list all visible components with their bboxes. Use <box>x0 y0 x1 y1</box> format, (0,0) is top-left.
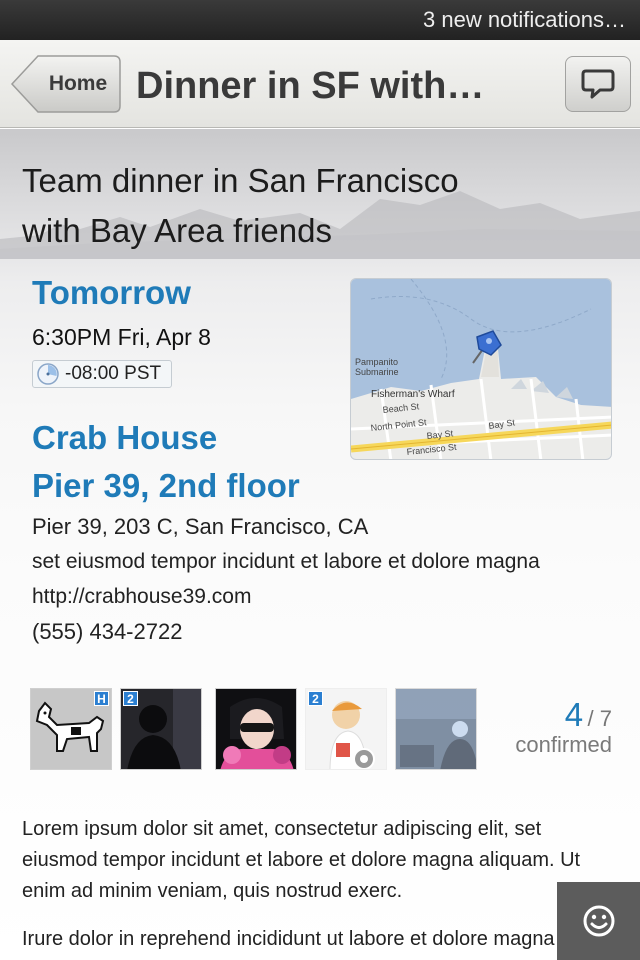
avatar-badge: H <box>94 691 109 706</box>
clock-icon <box>37 363 59 385</box>
event-time: 6:30PM Fri, Apr 8 <box>32 324 211 350</box>
confirmed-count: 4 <box>564 696 584 733</box>
confirmed-label: confirmed <box>515 732 612 757</box>
woman-sunglasses-image <box>216 689 296 769</box>
map-label-wharf: Fisherman's Wharf <box>371 389 455 400</box>
avatar[interactable]: 2 <box>305 688 387 770</box>
venue-note: set eiusmod tempor incidunt et labore et… <box>32 550 540 573</box>
avatar[interactable]: 2 <box>120 688 202 770</box>
notification-text[interactable]: 3 new notifications… <box>423 7 626 33</box>
map-image: Pampanito Submarine Fisherman's Wharf Be… <box>351 279 611 459</box>
venue-phone[interactable]: (555) 434-2722 <box>32 619 182 645</box>
event-title: Team dinner in San Francisco with Bay Ar… <box>22 156 542 256</box>
chat-button[interactable] <box>565 56 631 112</box>
event-title-line-2: with Bay Area friends <box>22 212 332 249</box>
event-title-line-1: Team dinner in San Francisco <box>22 162 459 199</box>
timezone-text: -08:00 PST <box>65 363 162 384</box>
avatar[interactable]: H <box>30 688 112 770</box>
map-label-pampanito: Pampanito <box>355 357 398 367</box>
venue[interactable]: Crab House Pier 39, 2nd floor <box>32 414 300 510</box>
description-paragraph-2: Irure dolor in reprehend incididunt ut l… <box>22 928 555 950</box>
avatar[interactable] <box>395 688 477 770</box>
venue-address[interactable]: Pier 39, 203 C, San Francisco, CA <box>32 514 368 540</box>
rsvp-summary[interactable]: 4 / 7 confirmed <box>496 696 612 758</box>
attendee-total: / 7 <box>587 706 612 731</box>
description-paragraph-1: Lorem ipsum dolor sit amet, consectetur … <box>22 818 581 902</box>
when-label: Tomorrow <box>32 274 191 311</box>
venue-url[interactable]: http://crabhouse39.com <box>32 585 251 609</box>
venue-detail[interactable]: Pier 39, 2nd floor <box>32 462 300 510</box>
home-back-button[interactable]: Home <box>10 54 122 114</box>
attendee-avatars: H 2 2 <box>30 688 490 770</box>
location-map[interactable]: Pampanito Submarine Fisherman's Wharf Be… <box>350 278 612 460</box>
avatar[interactable] <box>215 688 297 770</box>
map-label-submarine: Submarine <box>355 367 399 377</box>
avatar-badge: 2 <box>123 691 138 706</box>
home-button-label: Home <box>48 72 108 95</box>
navigation-bar: Home Dinner in SF with… <box>0 40 640 128</box>
concert-image <box>396 689 476 769</box>
page-title: Dinner in SF with… <box>136 65 485 107</box>
emoji-button[interactable] <box>557 882 640 960</box>
avatar-badge: 2 <box>308 691 323 706</box>
speech-bubble-icon <box>581 69 615 99</box>
notification-bar[interactable]: 3 new notifications… <box>0 0 640 40</box>
timezone-badge[interactable]: -08:00 PST <box>32 360 173 388</box>
smiley-icon <box>583 905 614 937</box>
venue-name[interactable]: Crab House <box>32 414 300 462</box>
